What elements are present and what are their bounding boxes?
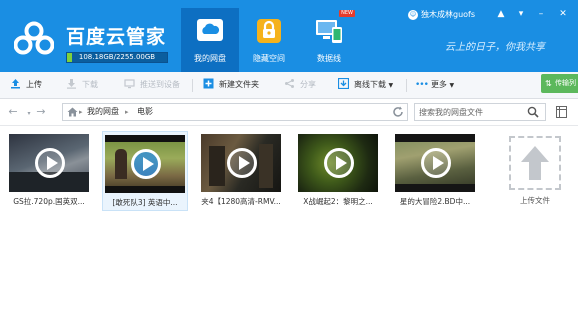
- new-folder-button[interactable]: 新建文件夹: [203, 72, 259, 98]
- storage-quota-bar: 108.18GB/2255.00GB: [66, 52, 168, 63]
- search-input[interactable]: [415, 104, 527, 120]
- chevron-down-icon: ▼: [449, 82, 455, 89]
- play-icon: [35, 148, 65, 178]
- push-device-icon: [124, 79, 135, 89]
- tab-label: 隐藏空间: [253, 54, 285, 63]
- play-icon: [324, 148, 354, 178]
- lock-icon: [257, 19, 281, 43]
- upload-arrow-icon: [521, 146, 549, 180]
- file-name: X战崛起2：黎明之...: [303, 197, 373, 206]
- tab-data-cable[interactable]: NEW 数据线: [300, 8, 358, 70]
- transfer-list-button[interactable]: ⇅ 传输列: [541, 74, 578, 93]
- app-title: 百度云管家: [66, 26, 167, 48]
- new-folder-icon: [203, 78, 214, 89]
- forward-arrow-icon[interactable]: →: [34, 105, 48, 119]
- play-icon: [421, 148, 451, 178]
- tab-hidden-space[interactable]: 隐藏空间: [240, 8, 298, 70]
- file-name: 星的大冒险2.BD中...: [399, 197, 471, 206]
- menu-icon[interactable]: ▾: [514, 8, 528, 20]
- toolbar-divider: [192, 79, 193, 92]
- play-icon: [131, 149, 161, 179]
- search-icon[interactable]: [527, 106, 539, 118]
- user-account[interactable]: ☺ 独木成林guofs: [408, 9, 475, 21]
- offline-download-icon: [338, 78, 349, 89]
- breadcrumb-separator: ▸: [79, 108, 83, 116]
- file-item-video[interactable]: 星的大冒险2.BD中...: [393, 131, 479, 211]
- tab-my-netdisk[interactable]: 我的网盘: [181, 8, 239, 72]
- video-thumbnail: [201, 134, 281, 192]
- video-thumbnail: [105, 135, 185, 193]
- user-name: 独木成林guofs: [421, 10, 476, 19]
- download-button[interactable]: 下载: [66, 72, 98, 98]
- breadcrumb-item-my-netdisk[interactable]: 我的网盘: [87, 104, 119, 120]
- storage-quota-text: 108.18GB/2255.00GB: [78, 53, 156, 61]
- share-icon: [285, 79, 294, 88]
- video-thumbnail: [298, 134, 378, 192]
- cloud-folder-icon: [197, 19, 223, 41]
- upload-file-tile[interactable]: [509, 136, 561, 190]
- file-item-video[interactable]: X战崛起2：黎明之...: [296, 131, 382, 211]
- refresh-icon[interactable]: [392, 106, 404, 118]
- close-icon[interactable]: ✕: [556, 8, 570, 20]
- avatar-icon: ☺: [408, 9, 418, 20]
- skin-icon[interactable]: ▲: [494, 8, 508, 20]
- more-button[interactable]: ••• 更多 ▼: [415, 72, 454, 98]
- app-header: 百度云管家 108.18GB/2255.00GB 我的网盘 隐藏空间 NEW 数…: [0, 0, 578, 72]
- baidu-cloud-logo-icon: [14, 21, 54, 55]
- push-to-device-button[interactable]: 推送到设备: [124, 72, 180, 98]
- breadcrumb-separator: ▸: [125, 108, 129, 116]
- devices-icon: [316, 20, 342, 43]
- upload-file-label: 上传文件: [520, 196, 550, 205]
- file-item-video[interactable]: GS拉.720p.国英双...: [7, 131, 93, 211]
- view-mode-icon[interactable]: [556, 106, 567, 118]
- share-button[interactable]: 分享: [284, 72, 316, 98]
- address-bar: ← ▾ → ▸ 我的网盘 ▸ 电影: [0, 99, 578, 126]
- offline-download-button[interactable]: 离线下载 ▼: [338, 72, 393, 98]
- file-name: GS拉.720p.国英双...: [13, 197, 85, 206]
- toolbar-divider: [406, 79, 407, 92]
- toolbar: 上传 下载 推送到设备 新建文件夹 分享 离线下载 ▼ ••• 更多 ▼: [0, 72, 578, 99]
- video-thumbnail: [9, 134, 89, 192]
- play-icon: [227, 148, 257, 178]
- chevron-down-icon: ▼: [388, 82, 394, 89]
- more-dots-icon: •••: [415, 80, 429, 90]
- download-icon: [67, 79, 76, 89]
- file-item-video[interactable]: [敢死队3] 英语中...: [102, 131, 188, 211]
- slogan: 云上的日子，你我共享: [445, 42, 545, 53]
- file-name: 夹4【1280高清-RMV...: [201, 197, 281, 206]
- transfer-icon: ⇅: [545, 79, 552, 88]
- breadcrumb: ▸ 我的网盘 ▸ 电影: [62, 103, 408, 121]
- video-thumbnail: [395, 134, 475, 192]
- file-item-video[interactable]: 夹4【1280高清-RMV...: [199, 131, 285, 211]
- back-arrow-icon[interactable]: ←: [6, 105, 20, 119]
- tab-label: 我的网盘: [194, 54, 226, 63]
- home-icon[interactable]: [67, 107, 78, 117]
- breadcrumb-item-movies[interactable]: 电影: [137, 104, 153, 120]
- upload-button[interactable]: 上传: [10, 72, 42, 98]
- new-badge: NEW: [339, 10, 355, 17]
- upload-icon: [11, 79, 20, 89]
- tab-label: 数据线: [317, 54, 341, 63]
- file-name: [敢死队3] 英语中...: [112, 198, 178, 207]
- minimize-icon[interactable]: –: [534, 8, 548, 20]
